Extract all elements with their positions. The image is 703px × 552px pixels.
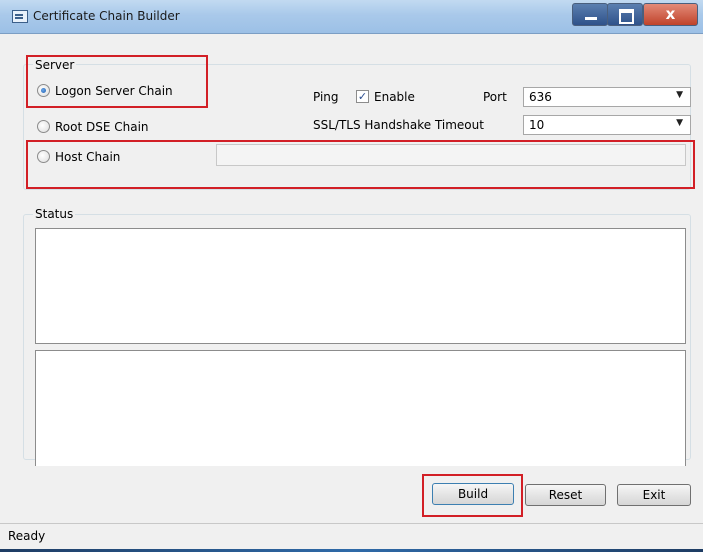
highlight-box-host-chain <box>26 140 695 189</box>
highlight-box-server <box>26 55 208 108</box>
timeout-dropdown[interactable]: 10 ▼ <box>523 115 691 135</box>
maximize-button[interactable] <box>607 3 643 26</box>
maximize-icon <box>608 4 642 25</box>
status-group-label: Status <box>33 207 76 221</box>
status-bar-text: Ready <box>8 529 46 543</box>
title-bar[interactable]: Certificate Chain Builder x <box>0 0 703 34</box>
highlight-box-build <box>422 474 523 517</box>
chevron-down-icon: ▼ <box>676 118 683 128</box>
enable-checkbox[interactable]: ✓ <box>356 90 369 103</box>
root-dse-chain-radio[interactable] <box>37 120 50 133</box>
reset-button[interactable]: Reset <box>525 484 606 506</box>
certificate-chain-builder-window: Certificate Chain Builder x Server Logon… <box>0 0 703 552</box>
close-icon: x <box>665 5 676 23</box>
status-output-bottom[interactable] <box>35 350 686 466</box>
status-bar: Ready <box>0 523 703 550</box>
ping-label: Ping <box>313 90 339 104</box>
status-output-top[interactable] <box>35 228 686 344</box>
port-value: 636 <box>529 90 552 104</box>
close-button[interactable]: x <box>643 3 698 26</box>
minimize-button[interactable] <box>572 3 608 26</box>
root-dse-chain-label[interactable]: Root DSE Chain <box>55 120 149 134</box>
timeout-label: SSL/TLS Handshake Timeout <box>313 118 484 132</box>
enable-label[interactable]: Enable <box>374 90 415 104</box>
port-label: Port <box>483 90 507 104</box>
minimize-icon <box>573 4 607 25</box>
exit-button[interactable]: Exit <box>617 484 691 506</box>
app-window-icon <box>12 10 28 23</box>
window-title: Certificate Chain Builder <box>33 9 180 23</box>
chevron-down-icon: ▼ <box>676 90 683 100</box>
timeout-value: 10 <box>529 118 545 132</box>
port-dropdown[interactable]: 636 ▼ <box>523 87 691 107</box>
